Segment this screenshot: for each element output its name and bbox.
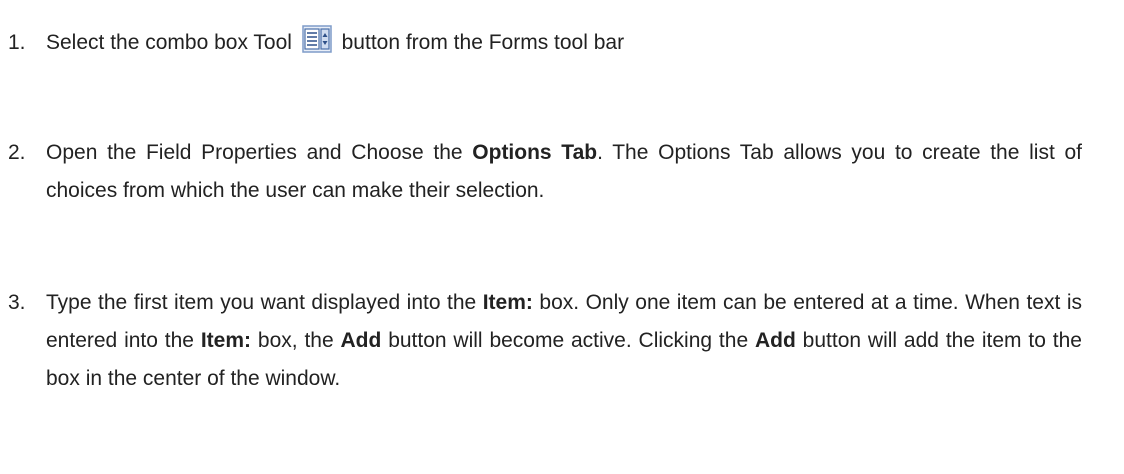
step-3-bold-item-2: Item: [200,329,252,352]
combo-box-tool-icon [302,25,332,53]
step-3-text-a: Type the first item you want displayed i… [46,291,477,314]
step-number: 3. [8,291,26,314]
step-3-bold-add-2: Add [754,329,796,352]
step-text: Select the combo box Tool button from th… [46,24,1082,62]
step-2-bold-options-tab: Options Tab [472,141,598,164]
step-2-text-a: Open the Field Properties and Choose the [46,141,463,164]
step-number: 2. [8,141,26,164]
step-1-text-a: Select the combo box Tool [46,31,292,54]
step-text: Type the first item you want displayed i… [46,284,1082,398]
document-page: 1. Select the combo box Tool button from… [0,0,1124,474]
step-3-bold-add-1: Add [340,329,382,352]
step-3-bold-item-1: Item: [482,291,533,314]
step-1-text-b: button from the Forms tool bar [341,31,625,54]
step-3-text-c: box, the [257,329,334,352]
step-number: 1. [8,31,26,54]
step-text: Open the Field Properties and Choose the… [46,134,1082,210]
step-3-text-d: button will become active. Clicking the [388,329,749,352]
